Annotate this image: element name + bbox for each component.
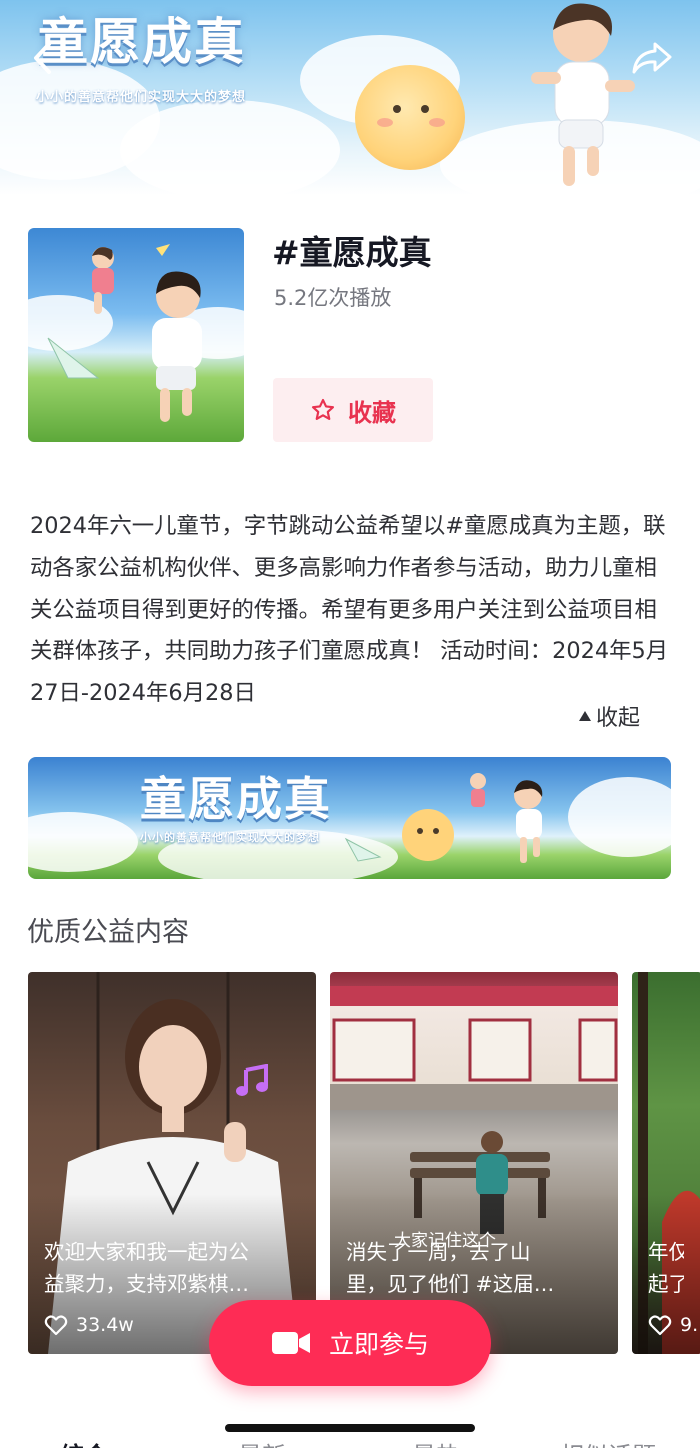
tab-hottest[interactable]: 最热 bbox=[412, 1436, 460, 1448]
section-title: 优质公益内容 bbox=[27, 917, 189, 948]
star-outline-icon bbox=[311, 398, 335, 420]
like-count: 9. bbox=[648, 1314, 698, 1336]
favorite-label: 收藏 bbox=[348, 398, 396, 427]
topic-cover-image bbox=[28, 228, 244, 442]
like-count-value: 9. bbox=[680, 1314, 699, 1336]
header-subtitle: 小小的善意帮他们实现大大的梦想 bbox=[36, 90, 247, 105]
sun-mascot-illustration bbox=[355, 65, 465, 170]
activity-banner[interactable]: 童愿成真 小小的善意帮他们实现大大的梦想 bbox=[28, 757, 671, 879]
topic-description: 2024年六一儿童节，字节跳动公益希望以#童愿成真为主题，联动各家公益机构伙伴、… bbox=[30, 513, 669, 707]
tab-comprehensive[interactable]: 综合 bbox=[60, 1436, 108, 1448]
video-carousel[interactable]: 欢迎大家和我一起为公 益聚力，支持邓紫棋… 33.4w 大家记住这个 消失了一周… bbox=[28, 972, 700, 1354]
caption-line: 消失了一周，去了山 bbox=[346, 1240, 531, 1264]
music-note-icon bbox=[236, 1064, 268, 1096]
caption-line: 益聚力，支持邓紫棋… bbox=[44, 1272, 249, 1296]
video-caption: 欢迎大家和我一起为公 益聚力，支持邓紫棋… bbox=[44, 1236, 298, 1300]
header-title: 童愿成真 bbox=[38, 12, 246, 71]
favorite-button[interactable]: 收藏 bbox=[273, 378, 433, 442]
heart-outline-icon bbox=[648, 1315, 672, 1336]
participate-button[interactable]: 立即参与 bbox=[209, 1300, 491, 1386]
header-banner: 童愿成真 小小的善意帮他们实现大大的梦想 bbox=[0, 0, 700, 195]
video-card[interactable]: 年仅 起了 9. bbox=[632, 972, 700, 1354]
topic-title: #童愿成真 bbox=[272, 233, 432, 272]
tab-latest[interactable]: 最新 bbox=[238, 1436, 286, 1448]
collapse-toggle[interactable]: 收起 bbox=[578, 700, 640, 732]
chevron-left-icon bbox=[34, 42, 51, 74]
running-boy-illustration bbox=[531, 3, 635, 186]
video-caption: 消失了一周，去了山 里，见了他们 #这届… bbox=[346, 1236, 600, 1300]
caption-line: 里，见了他们 #这届… bbox=[346, 1272, 555, 1296]
heart-outline-icon bbox=[44, 1315, 68, 1336]
like-count: 33.4w bbox=[44, 1314, 134, 1336]
home-indicator bbox=[225, 1424, 475, 1432]
tab-similar-topics[interactable]: 相似话题 bbox=[560, 1436, 656, 1448]
caption-line: 年仅 bbox=[648, 1240, 684, 1264]
collapse-label: 收起 bbox=[595, 706, 640, 731]
caption-line: 欢迎大家和我一起为公 bbox=[44, 1240, 249, 1264]
like-count-value: 33.4w bbox=[76, 1314, 134, 1336]
share-arrow-icon bbox=[632, 42, 672, 74]
video-camera-icon bbox=[271, 1332, 310, 1354]
caption-line: 起了 bbox=[648, 1272, 684, 1296]
banner-subtitle: 小小的善意帮他们实现大大的梦想 bbox=[140, 831, 320, 844]
play-count: 5.2亿次播放 bbox=[274, 286, 392, 310]
triangle-up-icon bbox=[578, 711, 591, 721]
content-tabs: 综合 最新 最热 相似话题 bbox=[0, 1432, 700, 1448]
video-caption: 年仅 起了 bbox=[648, 1236, 684, 1300]
banner-title: 童愿成真 bbox=[140, 772, 332, 826]
video-card[interactable]: 欢迎大家和我一起为公 益聚力，支持邓紫棋… 33.4w bbox=[28, 972, 316, 1354]
video-card[interactable]: 大家记住这个 消失了一周，去了山 里，见了他们 #这届… bbox=[330, 972, 618, 1354]
banner-illustration bbox=[28, 773, 671, 879]
back-button[interactable] bbox=[22, 38, 62, 78]
share-button[interactable] bbox=[630, 38, 674, 78]
cloud-decoration bbox=[120, 100, 340, 195]
participate-label: 立即参与 bbox=[328, 1330, 429, 1359]
cover-illustration bbox=[28, 244, 244, 422]
